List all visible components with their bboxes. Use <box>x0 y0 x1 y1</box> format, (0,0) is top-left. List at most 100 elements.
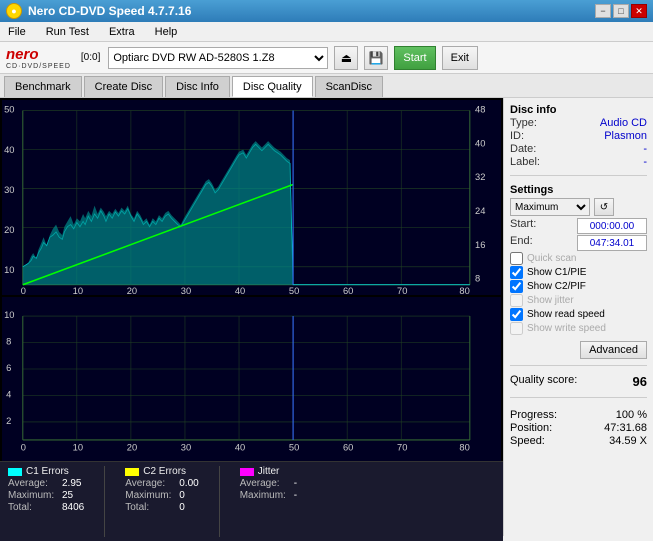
show-jitter-label: Show jitter <box>527 295 574 306</box>
tab-benchmark[interactable]: Benchmark <box>4 76 82 97</box>
c1-title: C1 Errors <box>26 466 69 477</box>
minimize-button[interactable]: − <box>595 4 611 18</box>
svg-text:4: 4 <box>6 390 11 401</box>
svg-text:70: 70 <box>397 443 407 454</box>
svg-text:20: 20 <box>4 224 14 235</box>
svg-text:60: 60 <box>343 285 353 295</box>
disc-label-value: - <box>643 156 647 168</box>
bottom-chart: 10 8 6 4 2 <box>2 297 501 461</box>
svg-text:0: 0 <box>21 285 26 295</box>
tab-create-disc[interactable]: Create Disc <box>84 76 163 97</box>
svg-text:48: 48 <box>475 104 485 115</box>
drive-label: [0:0] <box>81 52 100 63</box>
maximize-button[interactable]: □ <box>613 4 629 18</box>
c1-color-box <box>8 468 22 476</box>
exit-button[interactable]: Exit <box>442 46 478 70</box>
speed-select[interactable]: Maximum <box>510 198 590 216</box>
show-read-speed-label: Show read speed <box>527 309 605 320</box>
svg-text:10: 10 <box>4 264 14 275</box>
c2-avg-value: 0.00 <box>179 478 198 489</box>
c1-max-label: Maximum: <box>8 490 58 501</box>
svg-text:50: 50 <box>289 443 299 454</box>
jitter-avg-value: - <box>294 478 297 489</box>
app-icon: ● <box>6 3 22 19</box>
svg-text:10: 10 <box>73 443 83 454</box>
show-c2pif-checkbox[interactable] <box>510 280 523 293</box>
main-content: 50 40 30 20 10 48 40 32 24 16 8 <box>0 98 653 536</box>
close-button[interactable]: ✕ <box>631 4 647 18</box>
quality-score-label: Quality score: <box>510 374 577 389</box>
top-chart: 50 40 30 20 10 48 40 32 24 16 8 <box>2 100 501 295</box>
menu-help[interactable]: Help <box>151 25 182 39</box>
c2-color-box <box>125 468 139 476</box>
svg-text:8: 8 <box>6 337 11 348</box>
tabs: Benchmark Create Disc Disc Info Disc Qua… <box>0 74 653 98</box>
jitter-color-box <box>240 468 254 476</box>
settings-section: Settings Maximum ↺ Start: End: Quick sca… <box>510 182 647 359</box>
jitter-avg-label: Average: <box>240 478 290 489</box>
id-value: Plasmon <box>604 130 647 142</box>
svg-text:0: 0 <box>21 443 26 454</box>
tab-disc-quality[interactable]: Disc Quality <box>232 76 313 97</box>
c2-total-value: 0 <box>179 502 185 513</box>
end-label: End: <box>510 235 533 251</box>
show-jitter-checkbox[interactable] <box>510 294 523 307</box>
progress-section: Progress: 100 % Position: 47:31.68 Speed… <box>510 408 647 448</box>
speed-label: Speed: <box>510 435 545 447</box>
end-time-input[interactable] <box>577 235 647 251</box>
jitter-max-label: Maximum: <box>240 490 290 501</box>
c2-total-label: Total: <box>125 502 175 513</box>
svg-text:70: 70 <box>397 285 407 295</box>
progress-value: 100 % <box>616 409 647 421</box>
disc-label-label: Label: <box>510 156 540 168</box>
eject-icon[interactable]: ⏏ <box>334 46 358 70</box>
start-button[interactable]: Start <box>394 46 435 70</box>
svg-text:2: 2 <box>6 416 11 427</box>
show-read-speed-checkbox[interactable] <box>510 308 523 321</box>
quick-scan-checkbox[interactable] <box>510 252 523 265</box>
svg-text:80: 80 <box>459 285 469 295</box>
svg-text:32: 32 <box>475 171 485 182</box>
svg-text:10: 10 <box>73 285 83 295</box>
menu-bar: File Run Test Extra Help <box>0 22 653 42</box>
svg-text:30: 30 <box>181 443 191 454</box>
svg-text:40: 40 <box>4 144 14 155</box>
id-label: ID: <box>510 130 524 142</box>
advanced-button[interactable]: Advanced <box>580 341 647 359</box>
svg-text:40: 40 <box>235 285 245 295</box>
svg-text:24: 24 <box>475 205 485 216</box>
legend-c2: C2 Errors Average: 0.00 Maximum: 0 Total… <box>125 466 198 537</box>
start-time-input[interactable] <box>577 218 647 234</box>
c2-avg-label: Average: <box>125 478 175 489</box>
svg-text:20: 20 <box>127 285 137 295</box>
tab-disc-info[interactable]: Disc Info <box>165 76 230 97</box>
svg-text:80: 80 <box>459 443 469 454</box>
svg-text:40: 40 <box>475 137 485 148</box>
legend-area: C1 Errors Average: 2.95 Maximum: 25 Tota… <box>0 461 503 541</box>
tab-scan-disc[interactable]: ScanDisc <box>315 76 383 97</box>
c1-avg-label: Average: <box>8 478 58 489</box>
c2-max-label: Maximum: <box>125 490 175 501</box>
menu-extra[interactable]: Extra <box>105 25 139 39</box>
svg-text:30: 30 <box>4 184 14 195</box>
quality-score-value: 96 <box>633 374 647 389</box>
svg-text:10: 10 <box>4 310 14 321</box>
c1-total-label: Total: <box>8 502 58 513</box>
type-label: Type: <box>510 117 537 129</box>
svg-text:60: 60 <box>343 443 353 454</box>
drive-select[interactable]: Optiarc DVD RW AD-5280S 1.Z8 <box>108 47 328 69</box>
show-c1pie-checkbox[interactable] <box>510 266 523 279</box>
refresh-icon[interactable]: ↺ <box>594 198 614 216</box>
show-write-speed-checkbox[interactable] <box>510 322 523 335</box>
save-icon[interactable]: 💾 <box>364 46 388 70</box>
menu-file[interactable]: File <box>4 25 30 39</box>
date-value: - <box>643 143 647 155</box>
quick-scan-label: Quick scan <box>527 253 576 264</box>
legend-c1: C1 Errors Average: 2.95 Maximum: 25 Tota… <box>8 466 84 537</box>
c1-total-value: 8406 <box>62 502 84 513</box>
show-c2pif-label: Show C2/PIF <box>527 281 586 292</box>
disc-info-section: Disc info Type: Audio CD ID: Plasmon Dat… <box>510 102 647 169</box>
quality-score-row: Quality score: 96 <box>510 374 647 389</box>
svg-text:16: 16 <box>475 239 485 250</box>
menu-runtest[interactable]: Run Test <box>42 25 93 39</box>
